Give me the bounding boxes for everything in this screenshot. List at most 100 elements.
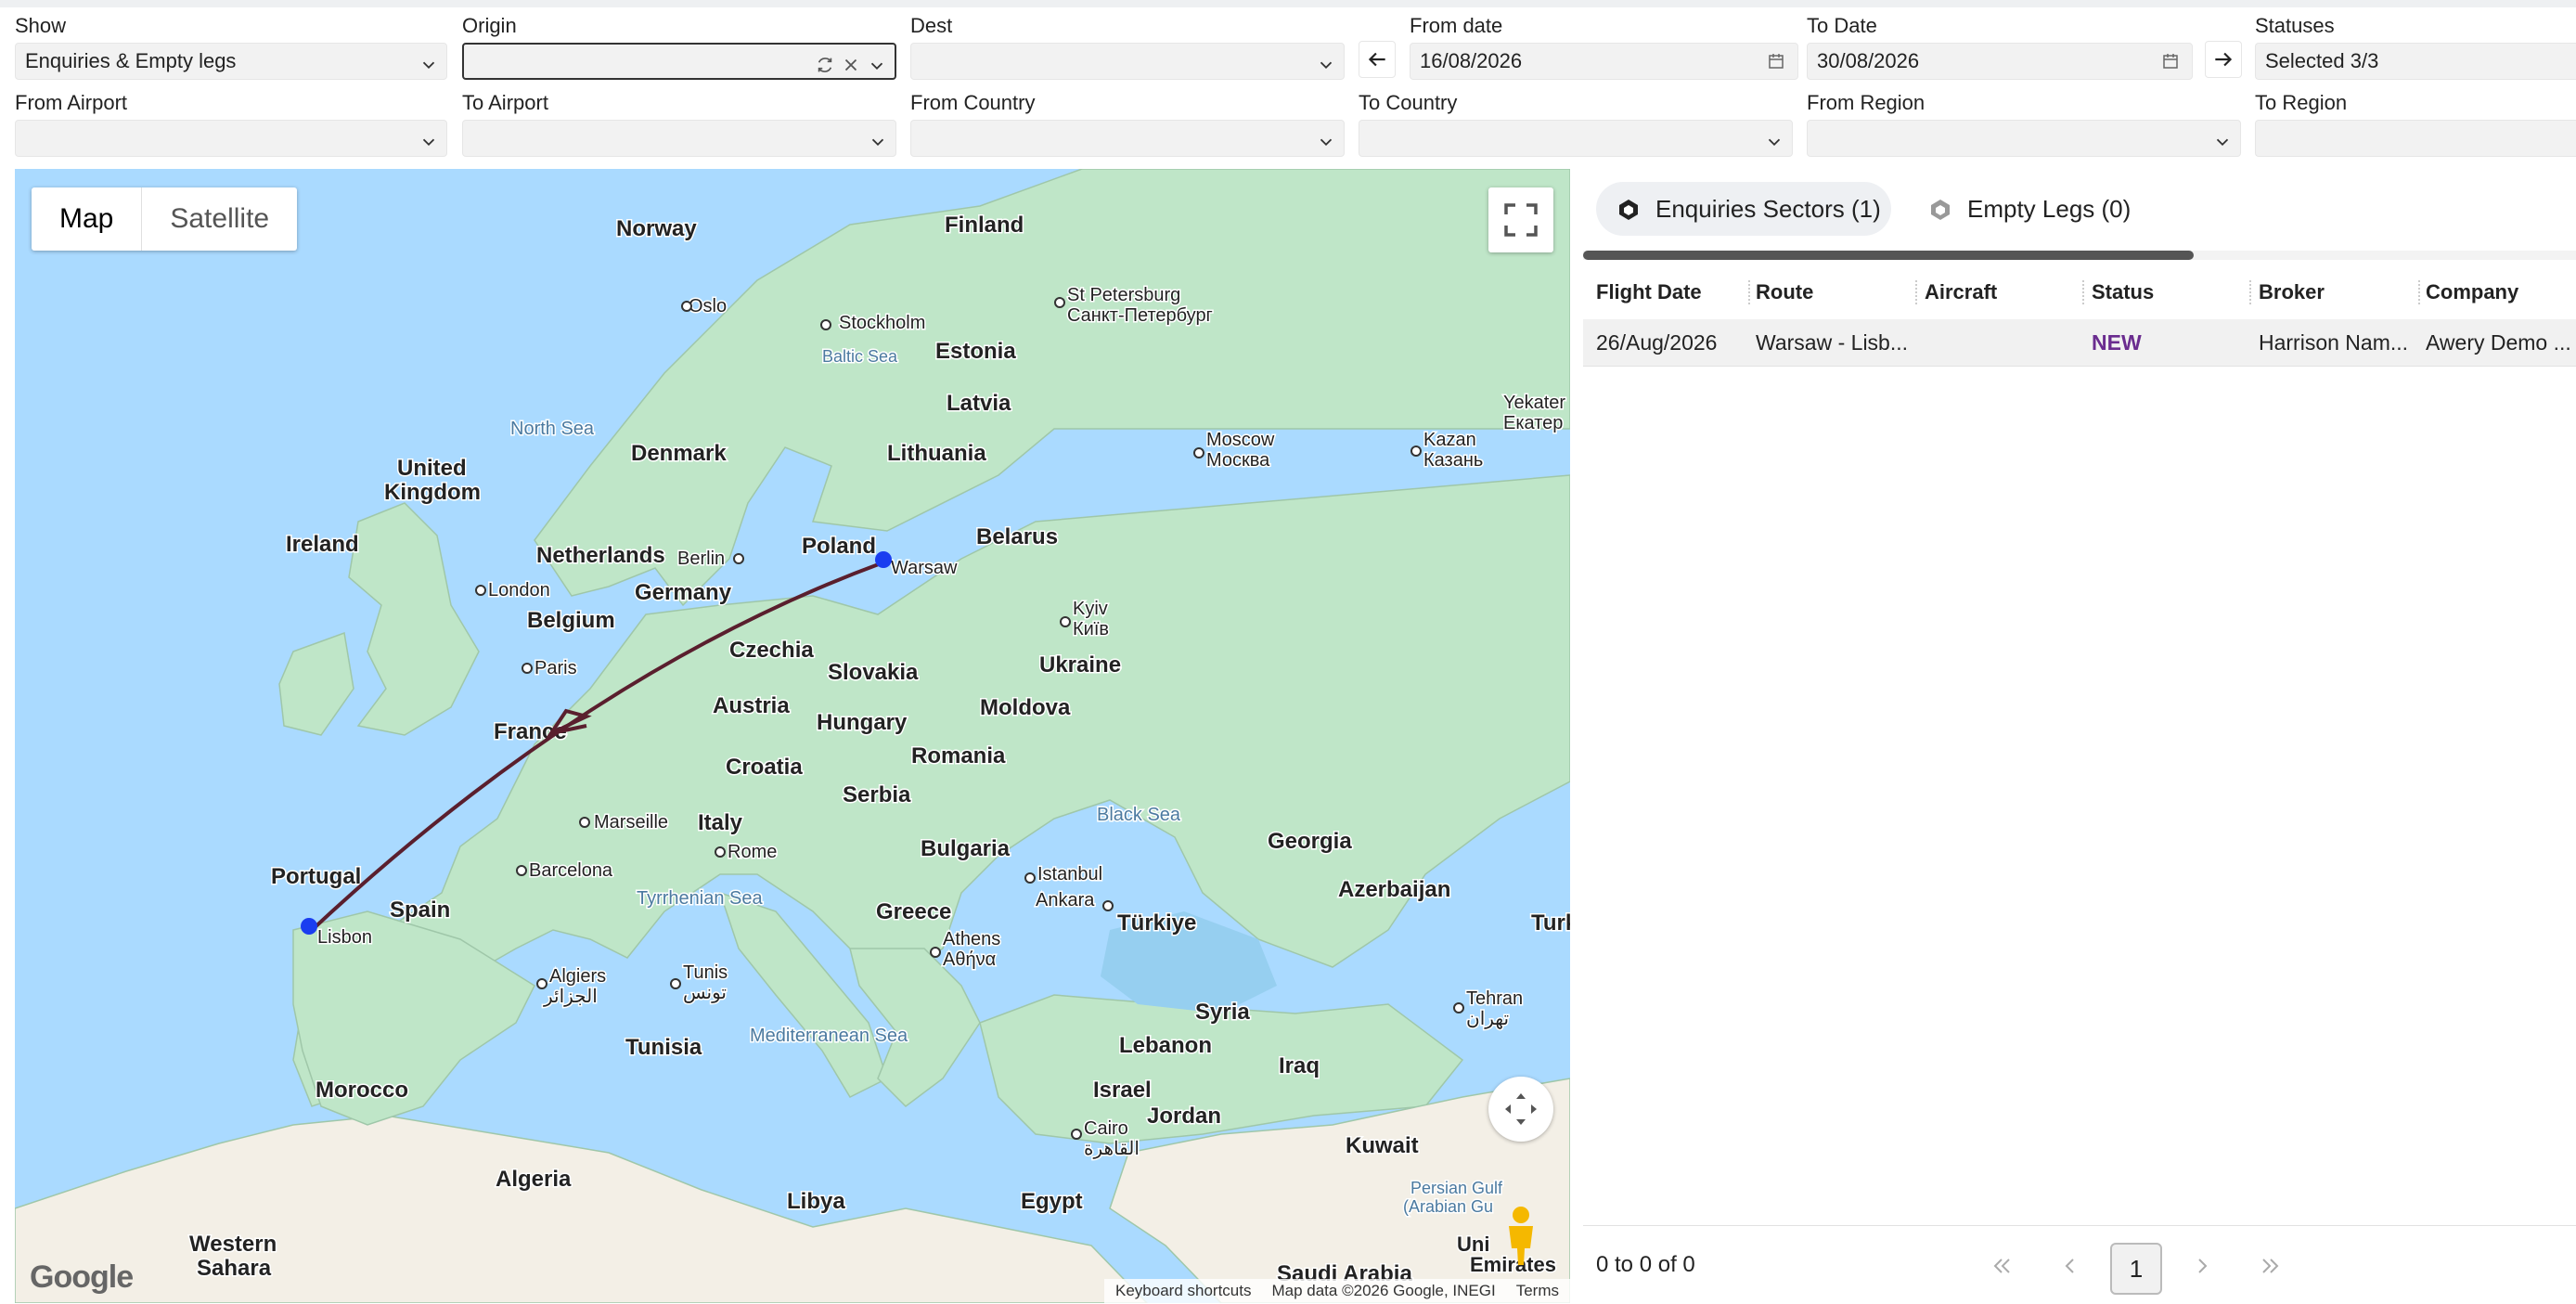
from-airport-select[interactable] <box>15 120 447 157</box>
from-region-select[interactable] <box>1807 120 2241 157</box>
calendar-icon[interactable] <box>2162 53 2179 70</box>
chevron-down-icon <box>419 51 439 71</box>
page-number-button[interactable]: 1 <box>2110 1243 2162 1295</box>
column-resize-handle[interactable] <box>2249 280 2251 304</box>
dest-label: Dest <box>910 14 953 37</box>
to-airport-select[interactable] <box>462 120 896 157</box>
map-label: Egypt <box>1021 1189 1083 1214</box>
to-country-label: To Country <box>1359 91 1458 114</box>
to-region-label: To Region <box>2255 91 2348 114</box>
map-label: Iraq <box>1279 1053 1320 1078</box>
keyboard-shortcuts-link[interactable]: Keyboard shortcuts <box>1115 1279 1251 1303</box>
refresh-icon[interactable] <box>815 51 835 72</box>
map-label: Москва <box>1206 450 1270 471</box>
map-label: Jordan <box>1147 1104 1221 1129</box>
map-label: Санкт-Петербург <box>1067 305 1213 326</box>
arrow-right-icon <box>2215 52 2233 67</box>
route-map[interactable]: Norway Finland Oslo Stockholm St Petersb… <box>15 169 1570 1303</box>
map-type-satellite-button[interactable]: Satellite <box>142 187 297 251</box>
map-label: Hungary <box>817 710 908 735</box>
dest-select[interactable] <box>910 43 1345 80</box>
to-date-label: To Date <box>1807 14 1877 37</box>
map-canvas[interactable]: Norway Finland Oslo Stockholm St Petersb… <box>15 169 1570 1303</box>
column-header-broker[interactable]: Broker <box>2259 265 2325 319</box>
map-label: Tehran <box>1466 988 1523 1009</box>
statuses-value: Selected 3/3 <box>2265 49 2379 72</box>
first-page-button[interactable] <box>1978 1243 2025 1289</box>
map-label: Portugal <box>271 864 361 889</box>
show-select[interactable]: Enquiries & Empty legs <box>15 43 447 80</box>
map-label: الجزائر <box>543 987 598 1007</box>
column-header-status[interactable]: Status <box>2092 265 2154 319</box>
column-resize-handle[interactable] <box>2082 280 2084 304</box>
next-page-button[interactable] <box>2179 1243 2225 1289</box>
tab-empty-legs[interactable]: Empty Legs (0) <box>1908 182 2140 236</box>
results-panel: Enquiries Sectors (1) Empty Legs (0) Fli… <box>1583 169 2576 1303</box>
column-resize-handle[interactable] <box>1748 280 1750 304</box>
fullscreen-icon <box>1504 203 1538 237</box>
show-label: Show <box>15 14 67 37</box>
from-country-label: From Country <box>910 91 1036 114</box>
map-label: Syria <box>1195 1000 1250 1025</box>
map-label: Казань <box>1423 450 1483 471</box>
calendar-icon[interactable] <box>1768 53 1784 70</box>
statuses-label: Statuses <box>2255 14 2335 37</box>
scrollbar-thumb[interactable] <box>1583 251 2194 260</box>
map-label: Azerbaijan <box>1338 877 1450 902</box>
map-label: Slovakia <box>828 660 919 685</box>
map-label: Warsaw <box>891 558 958 578</box>
to-date-input[interactable]: 30/08/2026 <box>1807 43 2193 80</box>
map-label: Belgium <box>527 608 615 633</box>
chevron-right-icon <box>2198 1259 2208 1273</box>
table-row[interactable]: 26/Aug/2026 Warsaw - Lisb... NEW Harriso… <box>1583 319 2576 367</box>
from-country-select[interactable] <box>910 120 1345 157</box>
map-label: Poland <box>802 534 876 559</box>
tab-enquiries-sectors[interactable]: Enquiries Sectors (1) <box>1596 182 1891 236</box>
statuses-select[interactable]: Selected 3/3 <box>2255 43 2576 80</box>
to-country-select[interactable] <box>1359 120 1793 157</box>
last-page-button[interactable] <box>2248 1243 2294 1289</box>
cell-broker: Harrison Nam... <box>2259 330 2409 355</box>
map-label: تهران <box>1466 1009 1509 1029</box>
map-label: Barcelona <box>529 860 613 881</box>
clear-icon[interactable] <box>841 51 861 71</box>
from-date-input[interactable]: 16/08/2026 <box>1410 43 1798 80</box>
fullscreen-button[interactable] <box>1488 187 1553 252</box>
next-range-button[interactable] <box>2205 41 2242 78</box>
previous-page-button[interactable] <box>2047 1243 2093 1289</box>
column-resize-handle[interactable] <box>1915 280 1917 304</box>
map-label: Київ <box>1073 619 1109 639</box>
map-label: Serbia <box>843 782 911 807</box>
chevron-down-icon <box>867 52 887 72</box>
tab-label: Empty Legs (0) <box>1967 195 2132 223</box>
origin-marker[interactable] <box>875 551 892 568</box>
column-header-aircraft[interactable]: Aircraft <box>1925 265 1997 319</box>
map-data-text: Map data ©2026 Google, INEGI <box>1271 1282 1496 1299</box>
pegman-icon[interactable] <box>1498 1204 1544 1269</box>
map-label: Estonia <box>935 339 1016 364</box>
map-type-map-button[interactable]: Map <box>32 187 143 251</box>
tab-label: Enquiries Sectors (1) <box>1655 195 1881 223</box>
to-country-filter: To Country <box>1359 90 1793 157</box>
column-header-route[interactable]: Route <box>1756 265 1813 319</box>
horizontal-scrollbar[interactable] <box>1583 251 2576 260</box>
previous-range-button[interactable] <box>1359 41 1396 78</box>
destination-marker[interactable] <box>301 918 317 935</box>
map-label: Belarus <box>976 524 1058 549</box>
pagination-info: 0 to 0 of 0 <box>1596 1252 1695 1277</box>
terms-link[interactable]: Terms <box>1516 1279 1559 1303</box>
map-label: Ukraine <box>1039 652 1121 678</box>
from-country-filter: From Country <box>910 90 1345 157</box>
map-label: Netherlands <box>536 543 665 568</box>
origin-select[interactable] <box>462 43 896 80</box>
map-label: Libya <box>787 1189 845 1214</box>
camera-move-icon <box>1505 1093 1537 1125</box>
column-header-flight-date[interactable]: Flight Date <box>1596 265 1702 319</box>
map-label: Algeria <box>496 1167 572 1192</box>
column-resize-handle[interactable] <box>2418 280 2420 304</box>
to-airport-label: To Airport <box>462 91 548 114</box>
statuses-filter: Statuses Selected 3/3 <box>2255 13 2576 80</box>
to-region-select[interactable] <box>2255 120 2576 157</box>
camera-control-button[interactable] <box>1488 1077 1553 1142</box>
column-header-company[interactable]: Company <box>2426 265 2518 319</box>
